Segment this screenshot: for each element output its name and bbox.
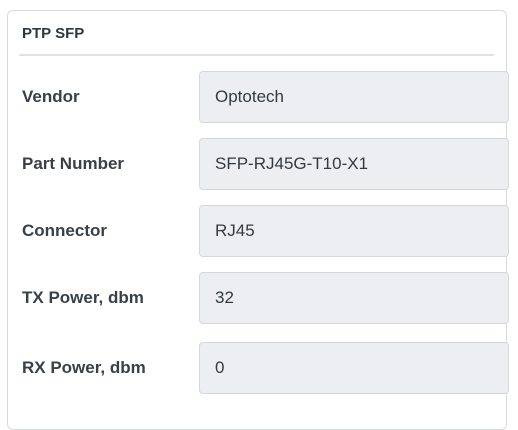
vendor-field: Optotech [199, 71, 509, 123]
panel-title: PTP SFP [22, 25, 85, 42]
tx-power-row: TX Power, dbm 32 [8, 272, 509, 324]
tx-power-field: 32 [199, 272, 509, 324]
part-number-row: Part Number SFP-RJ45G-T10-X1 [8, 138, 509, 190]
connector-label: Connector [22, 221, 107, 240]
part-number-field: SFP-RJ45G-T10-X1 [199, 138, 509, 190]
ptp-sfp-panel: PTP SFP Vendor Optotech Part Number SFP-… [7, 10, 509, 430]
connector-field: RJ45 [199, 205, 509, 257]
part-number-label: Part Number [22, 154, 125, 173]
connector-row: Connector RJ45 [8, 205, 509, 257]
rx-power-row: RX Power, dbm 0 [8, 342, 509, 394]
panel-divider [19, 54, 494, 56]
vendor-label: Vendor [22, 87, 80, 106]
tx-power-label: TX Power, dbm [22, 288, 144, 307]
rx-power-label: RX Power, dbm [22, 358, 146, 377]
panel-header: PTP SFP [8, 11, 506, 56]
rx-power-field: 0 [199, 342, 509, 394]
vendor-row: Vendor Optotech [8, 71, 509, 123]
